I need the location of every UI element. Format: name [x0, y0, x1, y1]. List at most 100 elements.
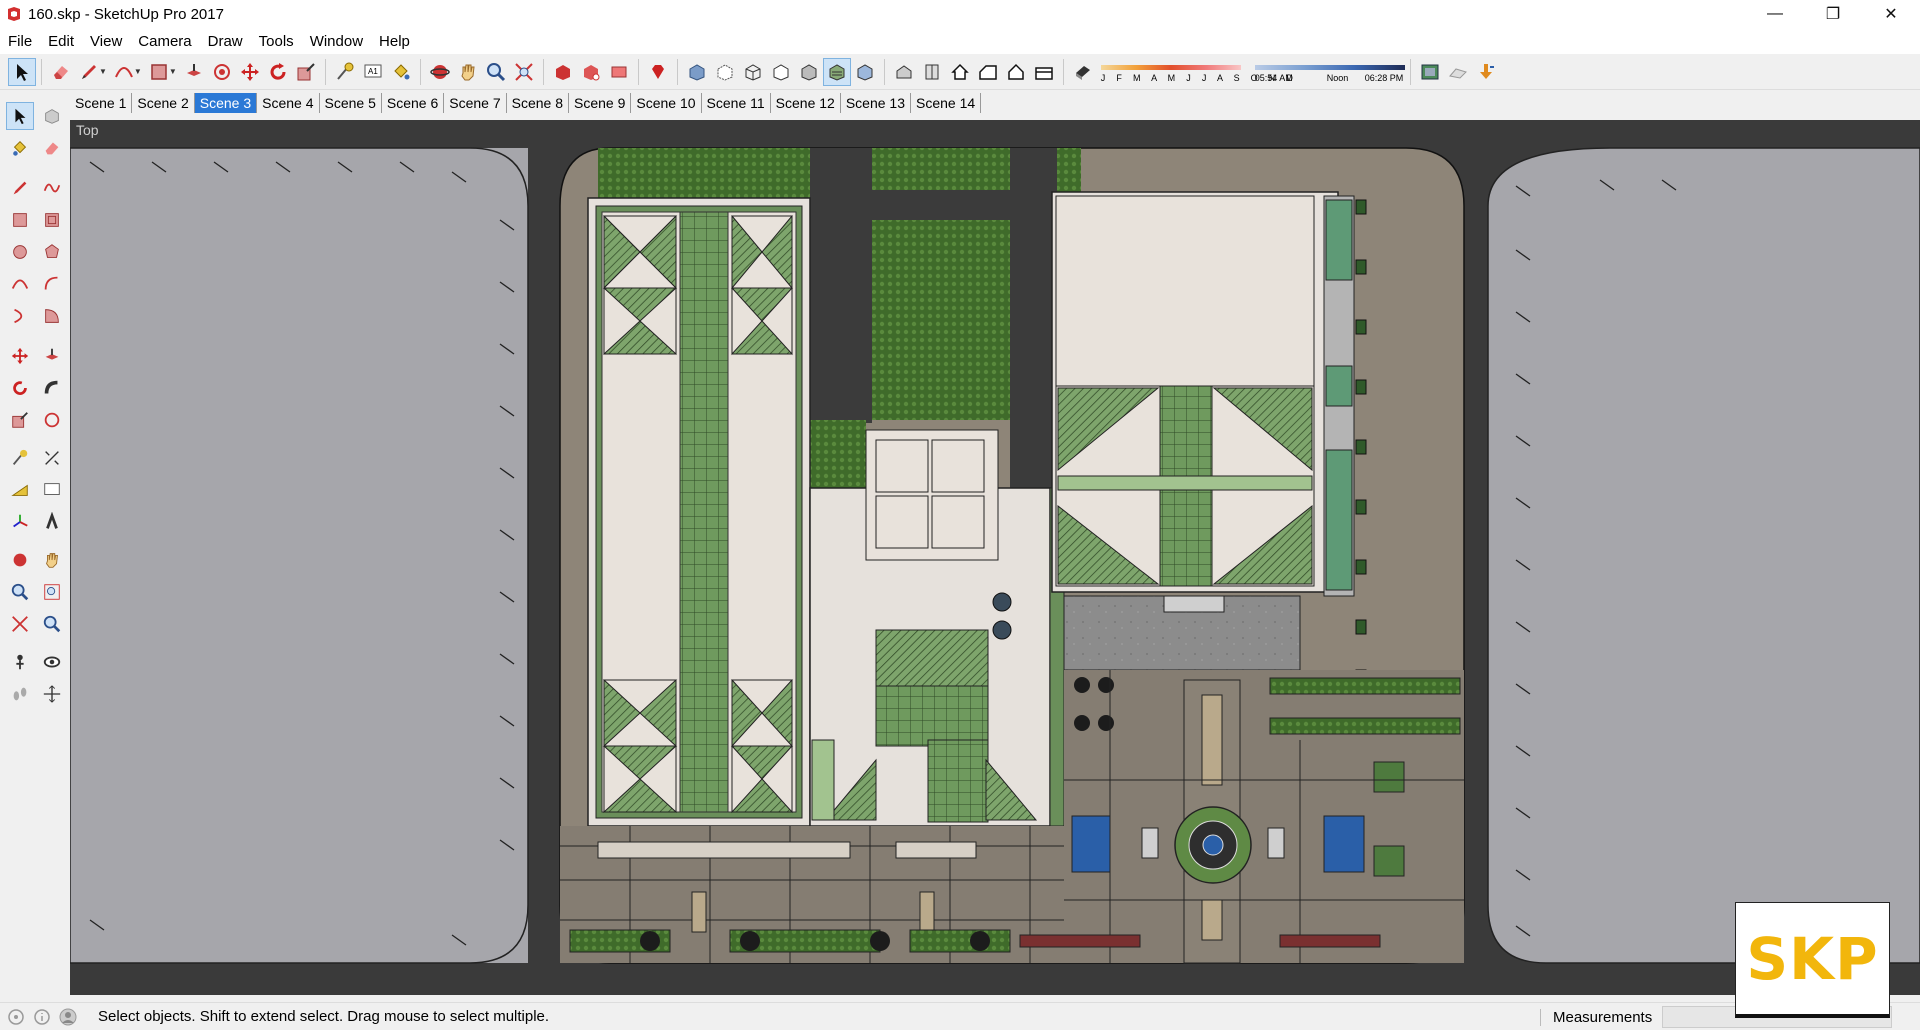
tab-scene-10[interactable]: Scene 10 [631, 93, 702, 113]
tab-scene-7[interactable]: Scene 7 [444, 93, 507, 113]
shadows-toggle-button[interactable] [1069, 58, 1097, 86]
time-of-day-slider[interactable]: 05:54 AM Noon 06:28 PM [1254, 59, 1405, 85]
month-slider[interactable]: J F M A M J J A S O N D [1100, 59, 1293, 85]
user-account-icon[interactable] [58, 1007, 78, 1027]
chevron-down-icon[interactable]: ▼ [99, 67, 107, 76]
terrain-button[interactable] [1444, 58, 1472, 86]
menu-camera[interactable]: Camera [130, 33, 199, 50]
left-view-button[interactable] [1030, 58, 1058, 86]
close-button[interactable]: ✕ [1862, 0, 1920, 28]
warehouse-button[interactable] [549, 58, 577, 86]
axes-tool-button[interactable] [6, 508, 34, 536]
tab-scene-8[interactable]: Scene 8 [507, 93, 569, 113]
tab-scene-1[interactable]: Scene 1 [70, 93, 133, 113]
walk-tool-button[interactable] [6, 680, 34, 708]
xray-style-button[interactable] [683, 58, 711, 86]
tape-measure-button[interactable] [6, 444, 34, 472]
tab-scene-6[interactable]: Scene 6 [382, 93, 445, 113]
extension-warehouse-button[interactable] [644, 58, 672, 86]
tab-scene-9[interactable]: Scene 9 [569, 93, 632, 113]
zoom-window-button[interactable] [38, 578, 66, 606]
menu-tools[interactable]: Tools [251, 33, 302, 50]
rotate-tool-button[interactable] [6, 374, 34, 402]
menu-window[interactable]: Window [302, 33, 371, 50]
eraser-tool-button[interactable] [38, 134, 66, 162]
menu-file[interactable]: File [0, 33, 40, 50]
3d-text-button[interactable] [38, 508, 66, 536]
text-tool-button[interactable]: A1 [359, 58, 387, 86]
polygon-tool-button[interactable] [38, 238, 66, 266]
scale-tool-button[interactable] [6, 406, 34, 434]
arc-tool-button[interactable] [6, 270, 34, 298]
rotated-rectangle-button[interactable] [38, 206, 66, 234]
chevron-down-icon[interactable]: ▼ [169, 67, 177, 76]
paint-bucket-button[interactable] [6, 134, 34, 162]
previous-view-button[interactable] [38, 610, 66, 638]
paint-bucket-button[interactable] [387, 58, 415, 86]
monochrome-button[interactable] [851, 58, 879, 86]
tab-scene-13[interactable]: Scene 13 [841, 93, 912, 113]
zoom-extents-button[interactable] [6, 610, 34, 638]
rectangle-tool-button[interactable] [6, 206, 34, 234]
select-tool-button[interactable] [8, 57, 36, 86]
circle-tool-button[interactable] [6, 238, 34, 266]
orbit-tool-button[interactable] [426, 58, 454, 86]
scale-tool-button[interactable] [292, 58, 320, 86]
line-tool-button[interactable] [6, 174, 34, 202]
push-pull-tool-button[interactable] [180, 58, 208, 86]
menu-view[interactable]: View [82, 33, 130, 50]
offset-tool-button[interactable] [38, 406, 66, 434]
zoom-tool-button[interactable] [482, 58, 510, 86]
section-plane-button[interactable] [38, 680, 66, 708]
geo-location-status-icon[interactable] [6, 1007, 26, 1027]
share-component-button[interactable] [605, 58, 633, 86]
pie-tool-button[interactable] [38, 302, 66, 330]
menu-edit[interactable]: Edit [40, 33, 82, 50]
front-view-button[interactable] [946, 58, 974, 86]
move-tool-button[interactable] [236, 58, 264, 86]
minimize-button[interactable]: — [1746, 0, 1804, 28]
model-viewport[interactable]: Top [70, 120, 1920, 995]
dimension-tool-button[interactable] [38, 444, 66, 472]
restore-button[interactable]: ❐ [1804, 0, 1862, 28]
text-tool-button[interactable] [38, 476, 66, 504]
zoom-tool-button[interactable] [6, 578, 34, 606]
tab-scene-14[interactable]: Scene 14 [911, 93, 982, 113]
push-pull-tool-button[interactable] [38, 342, 66, 370]
offset-tool-button[interactable] [208, 58, 236, 86]
select-tool-button[interactable] [6, 102, 34, 130]
position-camera-button[interactable] [6, 648, 34, 676]
tab-scene-2[interactable]: Scene 2 [132, 93, 195, 113]
import-button[interactable] [1472, 58, 1500, 86]
tab-scene-3[interactable]: Scene 3 [194, 93, 258, 113]
look-around-button[interactable] [38, 648, 66, 676]
three-point-arc-button[interactable] [6, 302, 34, 330]
credits-info-icon[interactable] [32, 1007, 52, 1027]
two-point-arc-button[interactable] [38, 270, 66, 298]
tab-scene-12[interactable]: Scene 12 [771, 93, 841, 113]
back-edges-button[interactable] [711, 58, 739, 86]
rotate-tool-button[interactable] [264, 58, 292, 86]
tab-scene-11[interactable]: Scene 11 [702, 93, 771, 113]
share-model-button[interactable] [577, 58, 605, 86]
move-tool-button[interactable] [6, 342, 34, 370]
menu-help[interactable]: Help [371, 33, 418, 50]
zoom-extents-button[interactable] [510, 58, 538, 86]
menu-draw[interactable]: Draw [200, 33, 251, 50]
hidden-line-button[interactable] [767, 58, 795, 86]
tape-measure-button[interactable] [331, 58, 359, 86]
right-view-button[interactable] [974, 58, 1002, 86]
top-view-button[interactable] [918, 58, 946, 86]
freehand-tool-button[interactable] [38, 174, 66, 202]
tab-scene-5[interactable]: Scene 5 [320, 93, 382, 113]
protractor-button[interactable] [6, 476, 34, 504]
pan-tool-button[interactable] [454, 58, 482, 86]
tab-scene-4[interactable]: Scene 4 [257, 93, 320, 113]
orbit-tool-button[interactable] [6, 546, 34, 574]
follow-me-button[interactable] [38, 374, 66, 402]
add-location-button[interactable] [1416, 58, 1444, 86]
pan-tool-button[interactable] [38, 546, 66, 574]
back-view-button[interactable] [1002, 58, 1030, 86]
make-component-button[interactable] [38, 102, 66, 130]
wireframe-button[interactable] [739, 58, 767, 86]
